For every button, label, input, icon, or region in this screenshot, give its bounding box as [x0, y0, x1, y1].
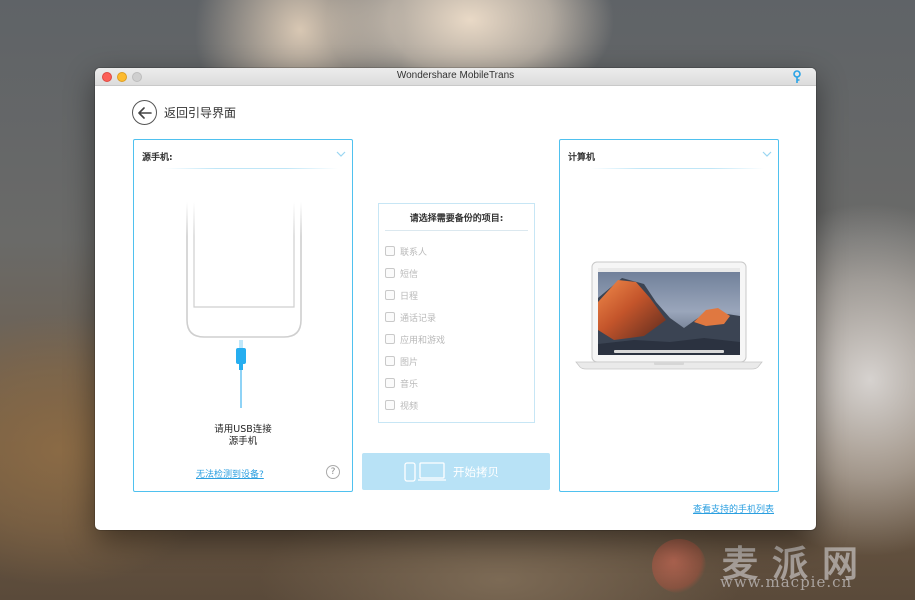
checkbox[interactable] [385, 290, 395, 300]
title-bar: Wondershare MobileTrans [95, 68, 816, 86]
checkbox[interactable] [385, 400, 395, 410]
backup-items: 联系人 短信 日程 通话记录 应用和游戏 图片 音乐 视频 [385, 240, 445, 416]
window-title: Wondershare MobileTrans [396, 70, 515, 81]
list-item-videos[interactable]: 视频 [385, 394, 445, 416]
panel-divider [590, 168, 764, 169]
back-arrow-icon [132, 100, 157, 125]
watermark: 麦派网 www.macpie.cn [650, 535, 890, 595]
chevron-down-icon [762, 151, 772, 157]
item-label: 视频 [400, 401, 419, 412]
phone-outline-icon [186, 202, 302, 338]
usb-instruction-line1: 请用USB连接 [214, 424, 272, 435]
item-label: 短信 [400, 269, 419, 280]
list-item-calendar[interactable]: 日程 [385, 284, 445, 306]
start-copy-label: 开始拷贝 [453, 465, 499, 479]
usb-instruction-line2: 源手机 [228, 436, 258, 447]
computer-label: 计算机 [568, 153, 596, 163]
chevron-down-icon [336, 151, 346, 157]
source-phone-panel: 源手机: 请用USB连接 源手机 无法检测到设备? ? [133, 139, 353, 492]
checkbox[interactable] [385, 312, 395, 322]
computer-dropdown[interactable]: 计算机 [560, 140, 778, 170]
item-label: 通话记录 [400, 313, 437, 324]
source-phone-dropdown[interactable]: 源手机: [134, 140, 352, 170]
list-divider [385, 230, 528, 231]
watermark-logo-icon [652, 539, 706, 593]
checkbox[interactable] [385, 246, 395, 256]
supported-phones-link[interactable]: 查看支持的手机列表 [693, 502, 774, 515]
item-label: 音乐 [400, 379, 419, 390]
source-phone-label: 源手机: [142, 153, 173, 163]
cannot-detect-device-link[interactable]: 无法检测到设备? [196, 467, 264, 480]
phone-to-computer-icon [404, 462, 446, 482]
back-label: 返回引导界面 [164, 106, 237, 120]
checkbox[interactable] [385, 268, 395, 278]
app-window: Wondershare MobileTrans 返回引导界面 源手机: 请用US… [95, 68, 816, 530]
checkbox[interactable] [385, 378, 395, 388]
list-item-music[interactable]: 音乐 [385, 372, 445, 394]
usb-cable-icon [236, 340, 246, 408]
back-to-guide-button[interactable]: 返回引导界面 [132, 100, 236, 125]
backup-items-list: 请选择需要备份的项目: 联系人 短信 日程 通话记录 应用和游戏 图片 音乐 视… [378, 203, 535, 423]
watermark-url: www.macpie.cn [720, 573, 853, 591]
item-label: 日程 [400, 291, 419, 302]
key-icon[interactable] [792, 70, 802, 84]
item-label: 联系人 [400, 247, 428, 258]
checkbox[interactable] [385, 334, 395, 344]
checkbox[interactable] [385, 356, 395, 366]
list-item-photos[interactable]: 图片 [385, 350, 445, 372]
help-icon[interactable]: ? [326, 465, 340, 479]
usb-instruction: 请用USB连接 源手机 [134, 424, 352, 448]
list-item-contacts[interactable]: 联系人 [385, 240, 445, 262]
list-item-apps-games[interactable]: 应用和游戏 [385, 328, 445, 350]
panel-divider [164, 168, 338, 169]
start-copy-button[interactable]: 开始拷贝 [362, 453, 550, 490]
backup-items-heading: 请选择需要备份的项目: [409, 214, 504, 224]
item-label: 图片 [400, 357, 419, 368]
item-label: 应用和游戏 [400, 335, 446, 346]
list-item-call-log[interactable]: 通话记录 [385, 306, 445, 328]
list-item-messages[interactable]: 短信 [385, 262, 445, 284]
computer-panel: 计算机 [559, 139, 779, 492]
laptop-icon [575, 261, 763, 370]
